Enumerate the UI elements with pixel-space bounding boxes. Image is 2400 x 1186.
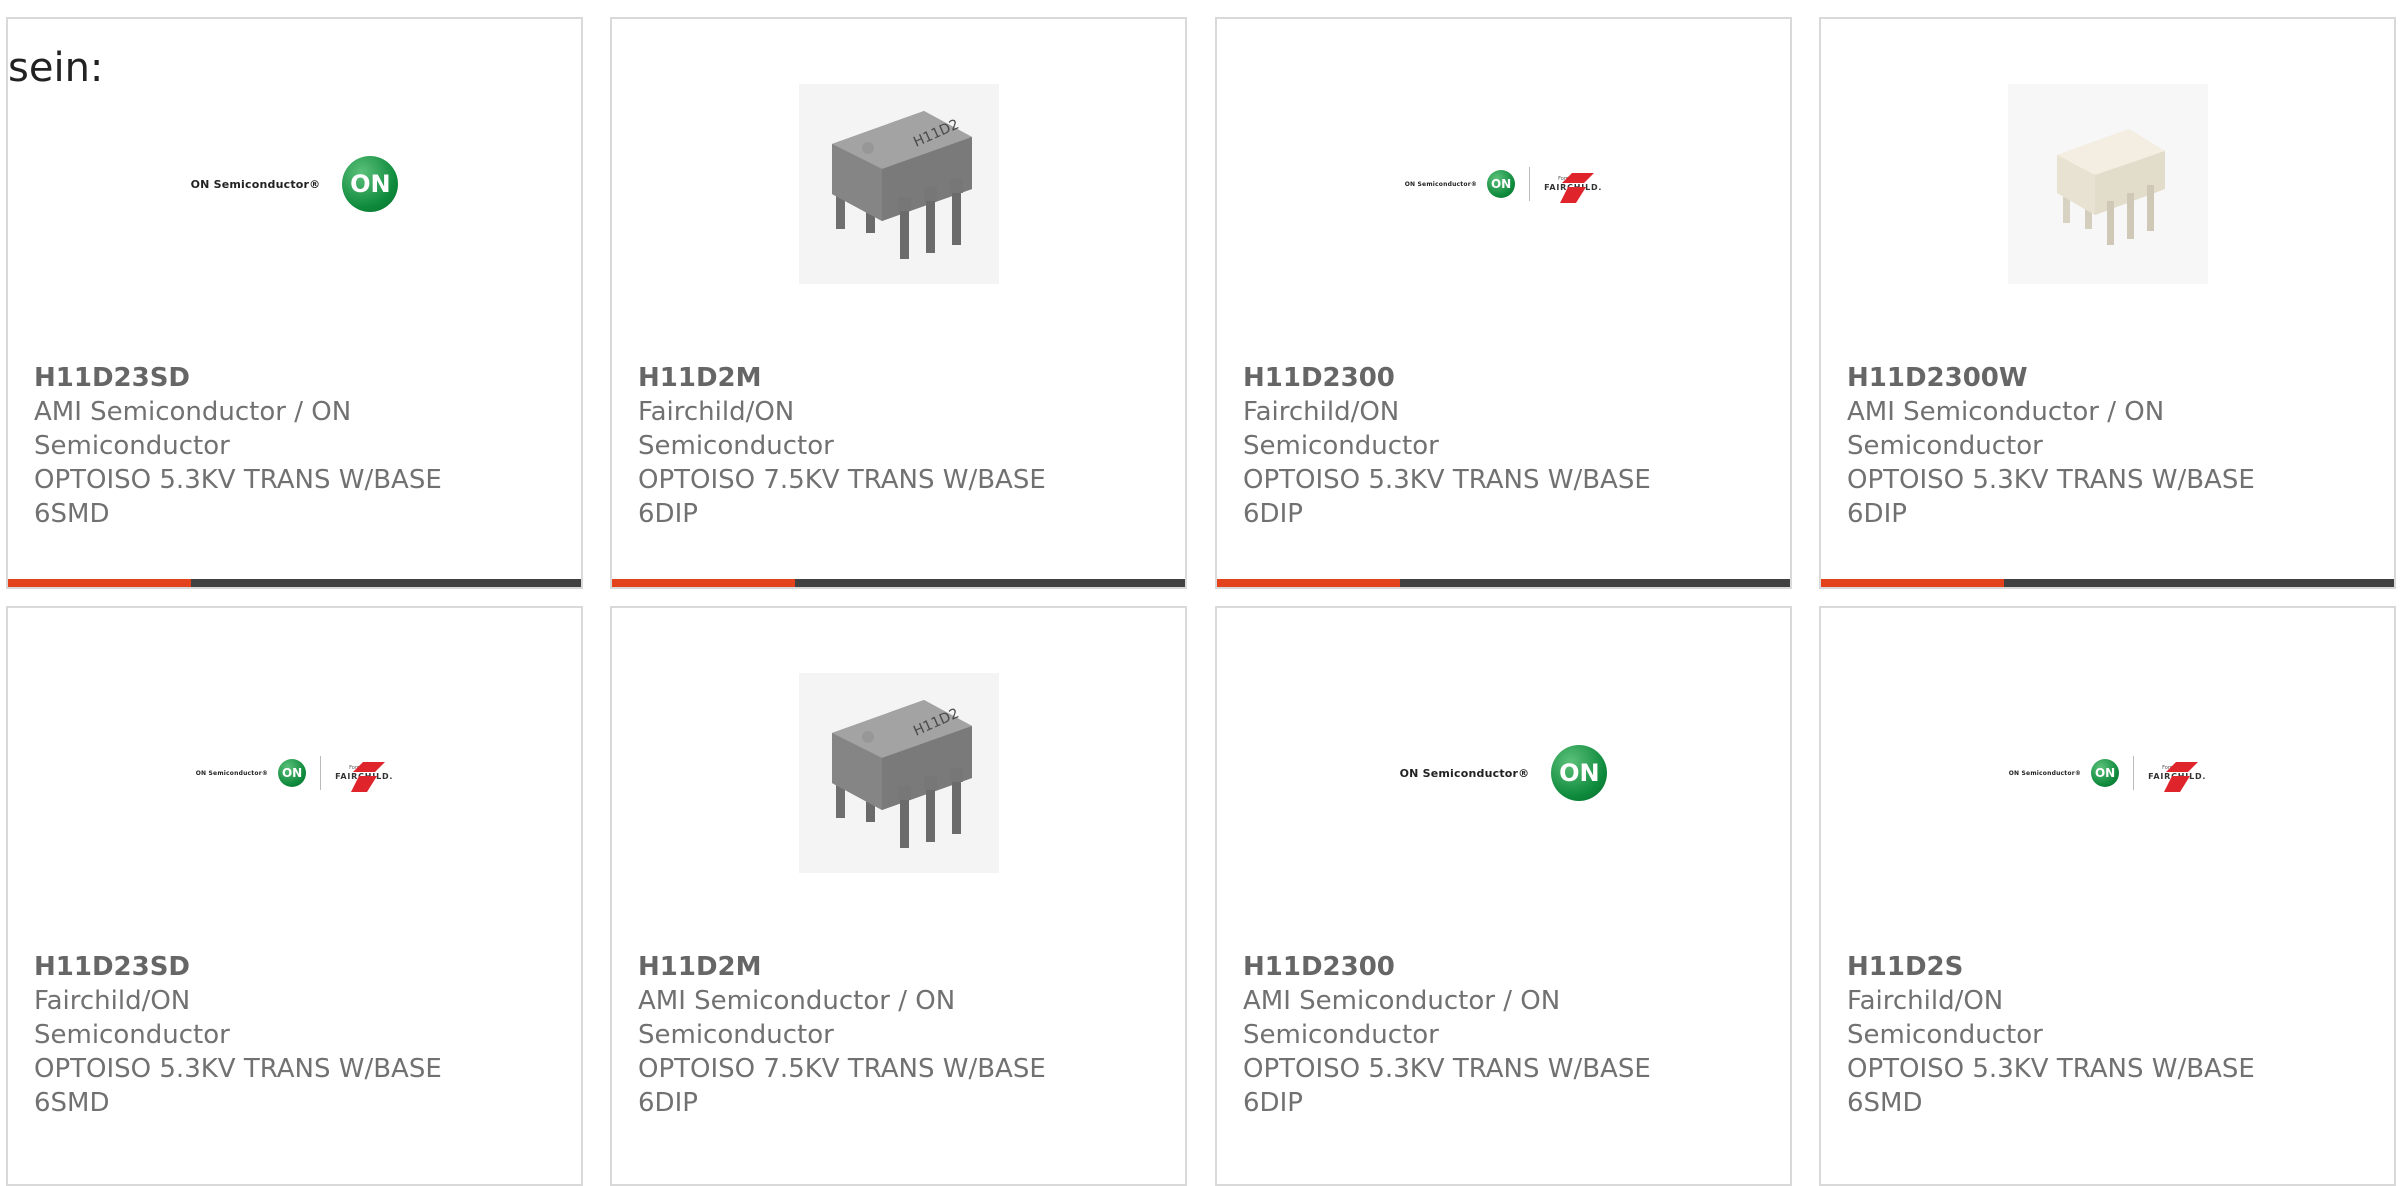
description: OPTOISO 5.3KV TRANS W/BASE	[1847, 1054, 2255, 1084]
on-semiconductor-logo: ON Semiconductor® ON	[1400, 745, 1608, 801]
logo-divider	[320, 756, 322, 790]
on-logo-mark: ON	[1551, 745, 1608, 801]
product-image[interactable]: ON Semiconductor® ON Formerly FAIRCHILD.	[1821, 668, 2394, 878]
package: 6DIP	[1847, 499, 1907, 529]
fairchild-mark-icon	[1560, 173, 1595, 203]
package: 6DIP	[1243, 499, 1303, 529]
on-fairchild-logo: ON Semiconductor® ON Formerly FAIRCHILD.	[195, 756, 394, 792]
package: 6DIP	[638, 499, 698, 529]
on-logo-mark: ON	[2091, 759, 2120, 787]
manufacturer: AMI Semiconductor / ON Semiconductor	[638, 986, 956, 1050]
card-accent-bar	[8, 579, 191, 587]
product-image[interactable]	[1821, 79, 2394, 289]
card-accent-bar	[1821, 579, 2004, 587]
manufacturer: Fairchild/ON Semiconductor	[638, 397, 834, 461]
part-number-link[interactable]: H11D2300W	[1847, 361, 2374, 395]
card-bottom-bar	[1217, 579, 1790, 587]
on-logo-text: ON Semiconductor®	[2008, 769, 2082, 777]
manufacturer: AMI Semiconductor / ON Semiconductor	[1847, 397, 2165, 461]
on-fairchild-logo: ON Semiconductor® ON Formerly FAIRCHILD.	[2008, 756, 2207, 792]
manufacturer: AMI Semiconductor / ON Semiconductor	[34, 397, 352, 461]
part-number-link[interactable]: H11D2M	[638, 361, 1165, 395]
product-image[interactable]: ON Semiconductor® ON Formerly FAIRCHILD.	[1217, 79, 1790, 289]
package: 6DIP	[1243, 1088, 1303, 1118]
package: 6SMD	[1847, 1088, 1923, 1118]
product-card[interactable]: ON Semiconductor® ON H11D2300 AMI Semico…	[1215, 606, 1792, 1186]
product-card[interactable]: ON Semiconductor® ON H11D23SD AMI Semico…	[6, 17, 583, 589]
part-number-link[interactable]: H11D2M	[638, 950, 1165, 984]
product-card[interactable]: H11D2300W AMI Semiconductor / ON Semicon…	[1819, 17, 2396, 589]
manufacturer: AMI Semiconductor / ON Semiconductor	[1243, 986, 1561, 1050]
fairchild-logo: Formerly FAIRCHILD.	[1544, 173, 1602, 203]
on-logo-text: ON Semiconductor®	[190, 177, 321, 191]
card-bottom-bar	[8, 579, 581, 587]
description: OPTOISO 7.5KV TRANS W/BASE	[638, 1054, 1046, 1084]
product-card[interactable]: ON Semiconductor® ON Formerly FAIRCHILD.…	[1215, 17, 1792, 589]
card-bottom-bar	[612, 579, 1185, 587]
fairchild-logo: Formerly FAIRCHILD.	[2148, 762, 2206, 792]
product-info: H11D23SD AMI Semiconductor / ON Semicond…	[34, 361, 561, 531]
card-bottom-bar	[1821, 579, 2394, 587]
fairchild-mark-icon	[2164, 762, 2199, 792]
description: OPTOISO 7.5KV TRANS W/BASE	[638, 465, 1046, 495]
on-logo-text: ON Semiconductor®	[1399, 766, 1530, 780]
part-number-link[interactable]: H11D2300	[1243, 950, 1770, 984]
product-info: H11D2300 AMI Semiconductor / ON Semicond…	[1243, 950, 1770, 1120]
part-number-link[interactable]: H11D2S	[1847, 950, 2374, 984]
part-number-link[interactable]: H11D23SD	[34, 361, 561, 395]
product-image[interactable]: ON Semiconductor® ON Formerly FAIRCHILD.	[8, 668, 581, 878]
product-info: H11D2M Fairchild/ON Semiconductor OPTOIS…	[638, 361, 1165, 531]
logo-divider	[2133, 756, 2135, 790]
product-info: H11D2M AMI Semiconductor / ON Semiconduc…	[638, 950, 1165, 1120]
product-info: H11D2300W AMI Semiconductor / ON Semicon…	[1847, 361, 2374, 531]
part-number-link[interactable]: H11D2300	[1243, 361, 1770, 395]
package: 6SMD	[34, 1088, 110, 1118]
product-card[interactable]: ON Semiconductor® ON Formerly FAIRCHILD.…	[1819, 606, 2396, 1186]
description: OPTOISO 5.3KV TRANS W/BASE	[1847, 465, 2255, 495]
product-image[interactable]: H11D2	[612, 79, 1185, 289]
card-accent-bar	[1217, 579, 1400, 587]
intro-text: sein:	[8, 45, 104, 91]
grey-dip6-chip-image: H11D2	[798, 84, 999, 284]
on-logo-mark: ON	[1487, 170, 1516, 198]
description: OPTOISO 5.3KV TRANS W/BASE	[34, 1054, 442, 1084]
manufacturer: Fairchild/ON Semiconductor	[1847, 986, 2043, 1050]
grey-dip6-chip-image: H11D2	[798, 673, 999, 873]
product-image[interactable]: H11D2	[612, 668, 1185, 878]
white-dip6-chip-image	[2007, 84, 2208, 284]
on-semiconductor-logo: ON Semiconductor® ON	[191, 156, 399, 212]
product-info: H11D23SD Fairchild/ON Semiconductor OPTO…	[34, 950, 561, 1120]
package: 6SMD	[34, 499, 110, 529]
description: OPTOISO 5.3KV TRANS W/BASE	[1243, 1054, 1651, 1084]
fairchild-logo: Formerly FAIRCHILD.	[335, 762, 393, 792]
product-info: H11D2S Fairchild/ON Semiconductor OPTOIS…	[1847, 950, 2374, 1120]
fairchild-mark-icon	[351, 762, 386, 792]
on-fairchild-logo: ON Semiconductor® ON Formerly FAIRCHILD.	[1404, 167, 1603, 203]
product-card[interactable]: ON Semiconductor® ON Formerly FAIRCHILD.…	[6, 606, 583, 1186]
on-logo-mark: ON	[342, 156, 399, 212]
part-number-link[interactable]: H11D23SD	[34, 950, 561, 984]
product-image[interactable]: ON Semiconductor® ON	[1217, 668, 1790, 878]
on-logo-mark: ON	[278, 759, 307, 787]
product-card[interactable]: H11D2 H11D2M Fairchild/ON Semiconductor …	[610, 17, 1187, 589]
package: 6DIP	[638, 1088, 698, 1118]
description: OPTOISO 5.3KV TRANS W/BASE	[1243, 465, 1651, 495]
product-card[interactable]: H11D2 H11D2M AMI Semiconductor / ON Semi…	[610, 606, 1187, 1186]
manufacturer: Fairchild/ON Semiconductor	[1243, 397, 1439, 461]
product-info: H11D2300 Fairchild/ON Semiconductor OPTO…	[1243, 361, 1770, 531]
on-logo-text: ON Semiconductor®	[195, 769, 269, 777]
logo-divider	[1529, 167, 1531, 201]
manufacturer: Fairchild/ON Semiconductor	[34, 986, 230, 1050]
card-accent-bar	[612, 579, 795, 587]
on-logo-text: ON Semiconductor®	[1404, 180, 1478, 188]
description: OPTOISO 5.3KV TRANS W/BASE	[34, 465, 442, 495]
product-image[interactable]: ON Semiconductor® ON	[8, 79, 581, 289]
